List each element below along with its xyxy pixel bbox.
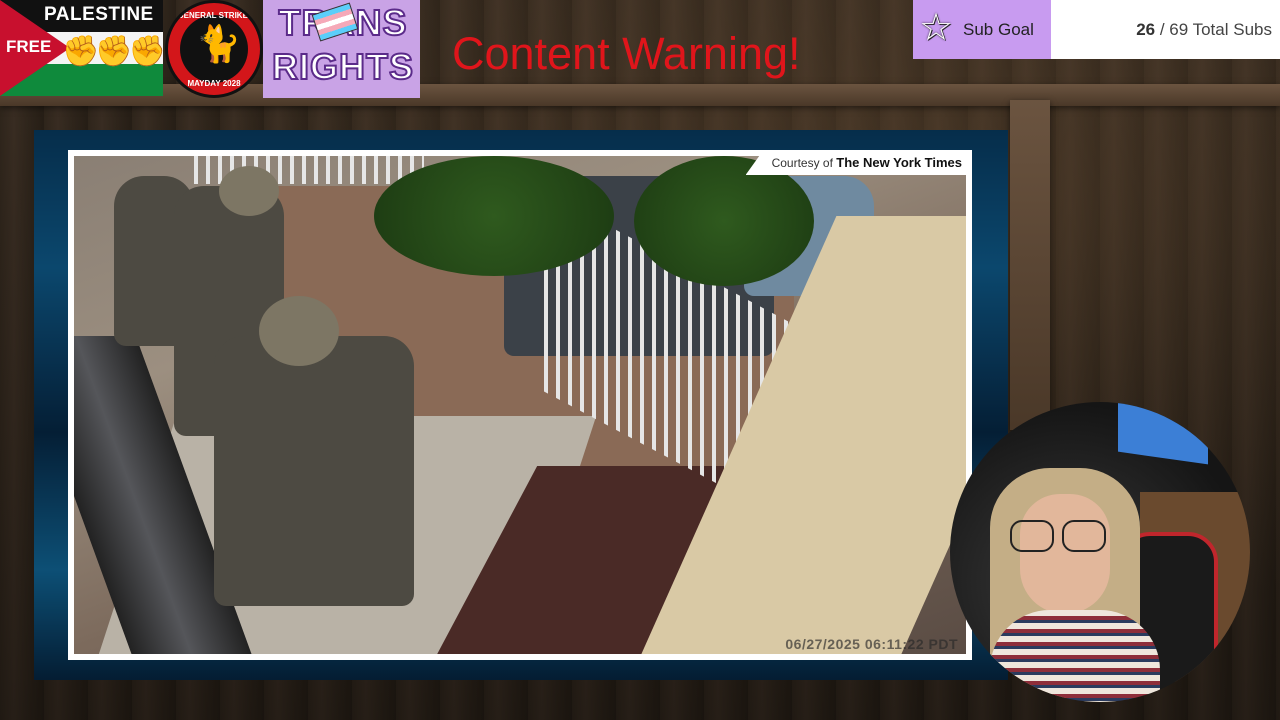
streamer-face <box>1020 494 1110 614</box>
general-strike-badge: 🐈 GENERAL STRIKE! MAYDAY 2028 <box>165 0 263 98</box>
wooden-post <box>1010 100 1050 430</box>
free-palestine-badge: PALESTINE FREE ✊✊✊ <box>0 0 163 96</box>
courtesy-credit: Courtesy of The New York Times <box>745 150 972 175</box>
free-text: FREE <box>6 37 52 56</box>
sub-goal-separator: / <box>1155 20 1170 39</box>
striped-shirt <box>990 610 1160 702</box>
courtesy-source: The New York Times <box>836 155 962 170</box>
helmet <box>219 166 279 216</box>
palestine-text: PALESTINE <box>44 4 154 25</box>
video-content <box>74 156 966 654</box>
sub-goal-label: Sub Goal <box>963 20 1034 39</box>
trans-rights-badge: TRANS RIGHTS <box>263 0 420 98</box>
video-player[interactable]: Courtesy of The New York Times 06/27/202… <box>68 150 972 660</box>
helmet <box>259 296 339 366</box>
video-timestamp: 06/27/2025 06:11:22 PDT <box>785 636 958 652</box>
tree-canopy <box>374 156 614 276</box>
mayday-text: MAYDAY 2028 <box>187 79 241 88</box>
sub-goal-total: 69 Total Subs <box>1169 20 1272 39</box>
courtesy-prefix: Courtesy of <box>771 156 837 170</box>
content-warning-text: Content Warning! <box>452 28 801 79</box>
glasses <box>1010 520 1110 552</box>
tree-canopy-right <box>634 156 814 286</box>
general-strike-text: GENERAL STRIKE! <box>177 11 251 20</box>
monitor <box>1118 402 1208 465</box>
raised-fist-icon: ✊✊✊ <box>62 35 163 68</box>
black-cat-icon: 🐈 <box>196 23 241 64</box>
rights-text: RIGHTS <box>271 45 414 88</box>
agent-figure <box>214 336 414 606</box>
star-icon: ☆ <box>919 7 954 49</box>
sub-goal-count: 26 / 69 Total Subs <box>1136 20 1272 40</box>
sub-goal-current: 26 <box>1136 20 1156 39</box>
webcam-circle <box>950 402 1250 702</box>
sub-goal-widget: ☆ Sub Goal 26 / 69 Total Subs <box>913 0 1280 59</box>
